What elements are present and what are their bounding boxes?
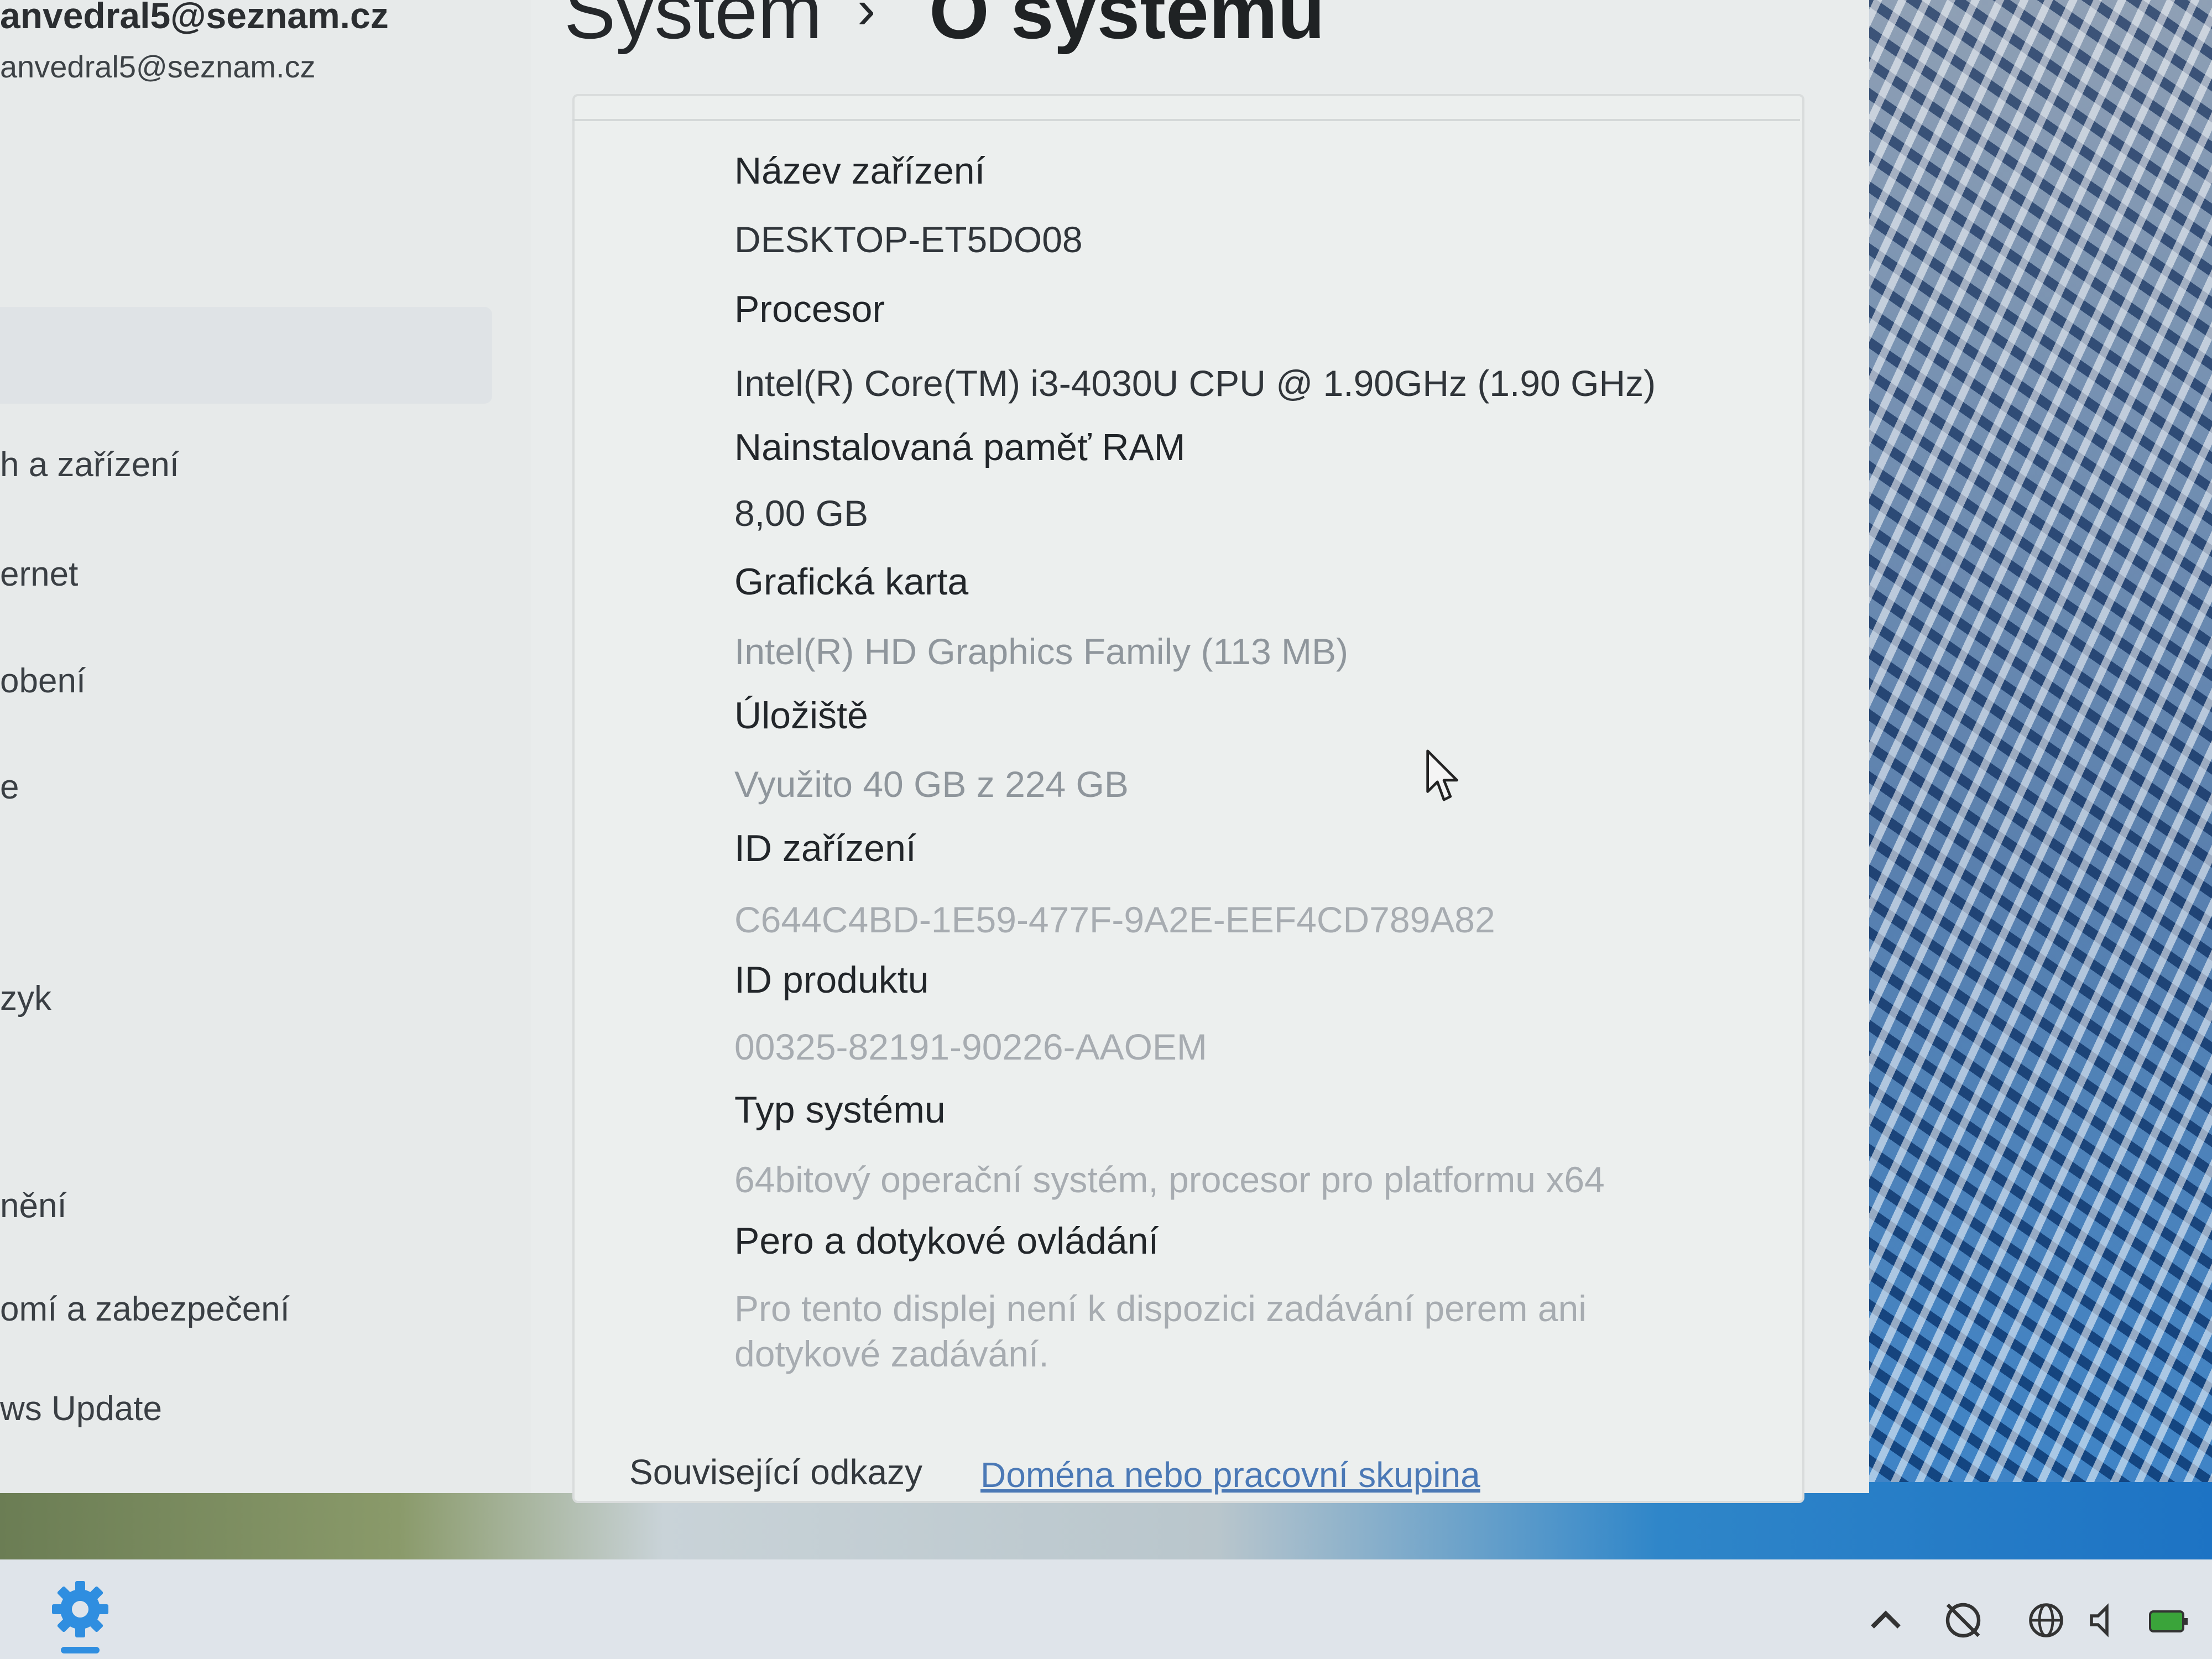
battery-icon[interactable] [2146,1598,2190,1642]
sidebar-item-apps[interactable]: e [0,768,19,807]
account-email: anvedral5@seznam.cz [0,49,316,84]
system-type-value: 64bitový operační systém, procesor pro p… [734,1159,1605,1200]
breadcrumb-chevron-icon: › [857,0,876,40]
device-id-label: ID zařízení [734,827,916,869]
pen-touch-label: Pero a dotykové ovládání [734,1220,1159,1262]
device-id-value: C644C4BD-1E59-477F-9A2E-EEF4CD789A82 [734,899,1495,940]
desktop-wallpaper [1825,0,2212,1559]
sidebar-item-time-language[interactable]: zyk [0,979,51,1018]
processor-value: Intel(R) Core(TM) i3-4030U CPU @ 1.90GHz… [734,363,1656,404]
storage-value: Využito 40 GB z 224 GB [734,764,1129,805]
domain-workgroup-link[interactable]: Doména nebo pracovní skupina [980,1454,1480,1495]
mouse-pointer-icon [1426,749,1458,801]
taskbar-active-indicator [61,1647,100,1653]
settings-window: anvedral5@seznam.cz anvedral5@seznam.cz … [0,0,1869,1503]
sidebar-item-bluetooth-devices[interactable]: h a zařízení [0,445,179,484]
network-off-icon[interactable] [1941,1598,1985,1642]
sidebar-item-privacy-security[interactable]: omí a zabezpečení [0,1290,290,1329]
graphics-value: Intel(R) HD Graphics Family (113 MB) [734,631,1348,672]
speaker-icon[interactable] [2085,1598,2129,1642]
system-type-label: Typ systému [734,1089,946,1131]
page-title: O systému [929,0,1325,55]
ram-value: 8,00 GB [734,493,869,534]
settings-sidebar: anvedral5@seznam.cz anvedral5@seznam.cz … [0,0,531,1493]
related-links-label: Související odkazy [629,1452,923,1492]
sidebar-item-network-internet[interactable]: ernet [0,555,78,594]
pen-touch-value: Pro tento displej není k dispozici zadáv… [734,1288,1587,1374]
device-name-value: DESKTOP-ET5DO08 [734,219,1083,260]
sidebar-item-windows-update[interactable]: ws Update [0,1389,162,1428]
processor-label: Procesor [734,288,885,330]
storage-label: Úložiště [734,695,868,737]
sidebar-item-selected[interactable] [0,307,492,404]
card-divider [572,119,1800,121]
sidebar-item-accessibility[interactable]: nění [0,1186,67,1225]
device-name-label: Název zařízení [734,150,985,192]
ram-label: Nainstalovaná paměť RAM [734,426,1186,468]
product-id-value: 00325-82191-90226-AAOEM [734,1026,1207,1067]
sidebar-item-personalization[interactable]: obení [0,661,86,701]
breadcrumb-root[interactable]: Systém [564,0,822,56]
graphics-label: Grafická karta [734,561,969,603]
product-id-label: ID produktu [734,959,929,1001]
gear-icon[interactable] [47,1576,113,1642]
chevron-up-icon[interactable] [1864,1598,1908,1642]
account-name: anvedral5@seznam.cz [0,0,389,36]
globe-icon[interactable] [2024,1598,2068,1642]
